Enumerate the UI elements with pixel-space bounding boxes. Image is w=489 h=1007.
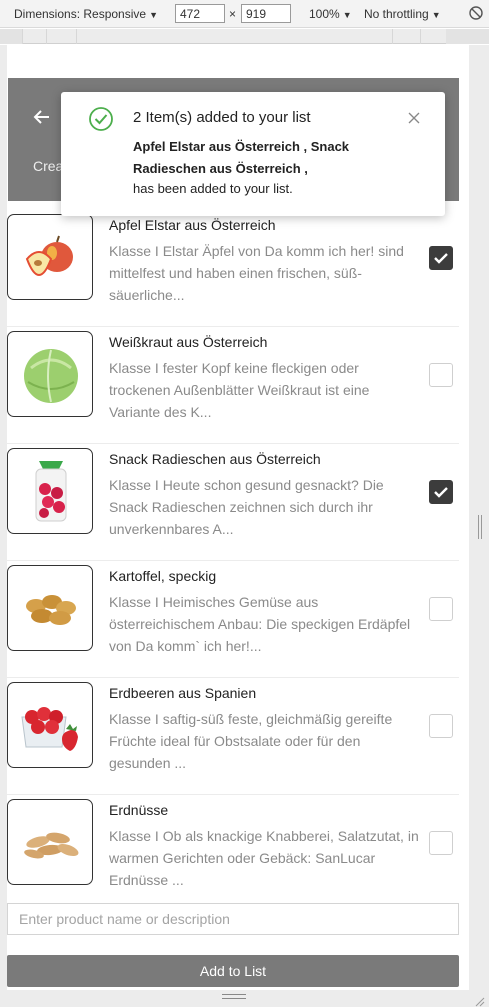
list-item: Kartoffel, speckig Klasse I Heimisches G… [7, 561, 459, 678]
product-description: Klasse I saftig-süß feste, gleichmäßig g… [109, 711, 393, 771]
product-name: Weißkraut aus Österreich [109, 334, 268, 350]
toast-item-names: Apfel Elstar aus Österreich , Snack Radi… [133, 136, 413, 180]
toast-items-line: Radieschen aus Österreich , [133, 161, 308, 176]
potatoes-image [7, 565, 93, 651]
strawberries-image [7, 682, 93, 768]
header-subtitle: Crea [33, 158, 64, 174]
apple-image [7, 214, 93, 300]
product-name: Erdbeeren aus Spanien [109, 685, 257, 701]
product-description: Klasse I Heute schon gesund gesnackt? Di… [109, 477, 384, 537]
dimensions-dropdown[interactable]: Dimensions: Responsive ▼ [14, 6, 158, 23]
toast-message: has been added to your list. [133, 181, 293, 196]
caret-down-icon: ▼ [431, 10, 441, 20]
rotate-icon[interactable] [468, 5, 484, 25]
product-description: Klasse I Ob als knackige Knabberei, Sala… [109, 828, 419, 888]
viewport-gutter-left [0, 45, 7, 990]
product-search-input[interactable] [7, 903, 459, 935]
product-name: Snack Radieschen aus Österreich [109, 451, 321, 467]
height-input[interactable]: 919 [241, 4, 291, 23]
list-item: Erdnüsse Klasse I Ob als knackige Knabbe… [7, 795, 459, 912]
caret-down-icon: ▼ [342, 10, 352, 20]
product-checkbox[interactable] [429, 714, 453, 738]
product-checkbox[interactable] [429, 480, 453, 504]
product-name: Kartoffel, speckig [109, 568, 217, 584]
product-checkbox[interactable] [429, 246, 453, 270]
product-description: Klasse I Heimisches Gemüse aus österreic… [109, 594, 411, 654]
product-checkbox[interactable] [429, 363, 453, 387]
resize-corner-icon[interactable] [475, 994, 485, 1007]
cabbage-image [7, 331, 93, 417]
success-toast: 2 Item(s) added to your list Apfel Elsta… [61, 92, 445, 216]
checkmark-icon [434, 253, 448, 264]
throttling-label: No throttling [364, 7, 429, 21]
add-to-list-button[interactable]: Add to List [7, 955, 459, 987]
zoom-dropdown[interactable]: 100% ▼ [309, 6, 352, 23]
zoom-label: 100% [309, 7, 340, 21]
dimensions-label: Dimensions: Responsive [14, 7, 147, 21]
toast-items-line: Apfel Elstar aus Österreich , Snack [133, 139, 350, 154]
list-item: Apfel Elstar aus Österreich Klasse I Els… [7, 210, 459, 327]
throttling-dropdown[interactable]: No throttling ▼ [364, 6, 441, 23]
width-input[interactable]: 472 [175, 4, 225, 23]
product-list: Apfel Elstar aus Österreich Klasse I Els… [7, 210, 459, 912]
resize-handle-right[interactable] [478, 515, 482, 539]
list-item: Snack Radieschen aus Österreich Klasse I… [7, 444, 459, 561]
product-checkbox[interactable] [429, 831, 453, 855]
product-description: Klasse I fester Kopf keine fleckigen ode… [109, 360, 370, 420]
radish-bag-image [7, 448, 93, 534]
product-description: Klasse I Elstar Äpfel von Da komm ich he… [109, 243, 404, 303]
product-name: Erdnüsse [109, 802, 169, 818]
checkmark-icon [434, 487, 448, 498]
resize-handle-bottom[interactable] [222, 994, 246, 999]
peanuts-image [7, 799, 93, 885]
caret-down-icon: ▼ [149, 10, 158, 20]
close-icon[interactable] [408, 111, 420, 124]
media-query-ruler[interactable] [0, 29, 489, 44]
times-sign: × [229, 7, 237, 21]
devtools-toolbar: Dimensions: Responsive ▼ 472 × 919 100% ▼ … [0, 0, 489, 28]
list-item: Erdbeeren aus Spanien Klasse I saftig-sü… [7, 678, 459, 795]
toast-title: 2 Item(s) added to your list [133, 109, 311, 126]
success-check-icon [89, 107, 113, 131]
product-name: Apfel Elstar aus Österreich [109, 217, 276, 233]
list-item: Weißkraut aus Österreich Klasse I fester… [7, 327, 459, 444]
back-arrow-icon[interactable] [32, 108, 52, 126]
page-viewport: Crea Apfel Elstar aus Österreich Klasse … [7, 66, 469, 990]
viewport-top [7, 45, 469, 66]
product-checkbox[interactable] [429, 597, 453, 621]
